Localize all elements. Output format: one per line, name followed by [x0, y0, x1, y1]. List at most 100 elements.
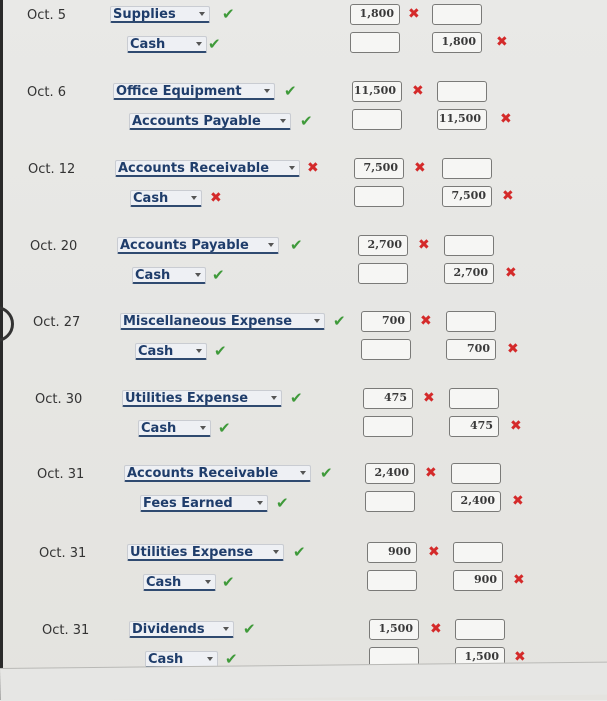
debit-account-select[interactable]: Accounts Receivable [124, 465, 311, 482]
debit-amount-input-empty[interactable] [358, 263, 408, 284]
credit-amount-input[interactable]: 2,400 [451, 491, 501, 512]
debit-amount-input[interactable]: 11,500 [352, 81, 402, 102]
checkmark-icon: ✔ [300, 112, 313, 130]
checkmark-icon: ✔ [222, 573, 235, 591]
x-mark-icon: ✖ [412, 83, 424, 99]
credit-account-label: Cash [141, 421, 177, 436]
debit-account-select[interactable]: Accounts Payable [117, 237, 279, 254]
chevron-down-icon[interactable] [200, 426, 206, 430]
debit-amount-input-empty[interactable] [354, 186, 404, 207]
debit-amount-input[interactable]: 2,700 [358, 235, 408, 256]
chevron-down-icon[interactable] [273, 550, 279, 554]
entry-date: Oct. 31 [39, 546, 87, 561]
credit-account-select[interactable]: Cash [138, 420, 211, 437]
debit-amount-input[interactable]: 7,500 [354, 158, 404, 179]
debit-account-select[interactable]: Miscellaneous Expense [120, 313, 325, 330]
credit-amount-input-empty[interactable] [451, 463, 501, 484]
credit-amount-input-empty[interactable] [455, 619, 505, 640]
x-mark-icon: ✖ [307, 160, 319, 176]
credit-account-label: Cash [133, 191, 169, 206]
checkmark-icon: ✔ [214, 342, 227, 360]
chevron-down-icon[interactable] [300, 471, 306, 475]
checkmark-icon: ✔ [208, 35, 221, 53]
debit-amount-input-empty[interactable] [352, 109, 402, 130]
checkmark-icon: ✔ [276, 494, 289, 512]
chevron-down-icon[interactable] [264, 89, 270, 93]
chevron-down-icon[interactable] [271, 396, 277, 400]
debit-amount-input-empty[interactable] [367, 570, 417, 591]
credit-amount-input[interactable]: 7,500 [442, 186, 492, 207]
debit-account-label: Supplies [113, 7, 176, 22]
credit-account-label: Cash [130, 37, 166, 52]
debit-account-select[interactable]: Dividends [129, 621, 234, 638]
chevron-down-icon[interactable] [191, 196, 197, 200]
checkmark-icon: ✔ [284, 82, 297, 100]
chevron-down-icon[interactable] [199, 12, 205, 16]
chevron-down-icon[interactable] [280, 119, 286, 123]
x-mark-icon: ✖ [510, 418, 522, 434]
checkmark-icon: ✔ [293, 543, 306, 561]
credit-account-select[interactable]: Cash [127, 36, 207, 53]
entry-date: Oct. 27 [33, 315, 81, 330]
credit-account-label: Fees Earned [143, 496, 233, 511]
credit-amount-input-empty[interactable] [432, 4, 482, 25]
debit-amount-input[interactable]: 2,400 [365, 463, 415, 484]
credit-account-select[interactable]: Cash [132, 267, 206, 284]
credit-amount-input-empty[interactable] [442, 158, 492, 179]
credit-account-select[interactable]: Cash [130, 190, 202, 207]
debit-amount-input[interactable]: 700 [361, 311, 411, 332]
chevron-down-icon[interactable] [207, 657, 213, 661]
checkmark-icon: ✔ [218, 419, 231, 437]
chevron-down-icon[interactable] [257, 501, 263, 505]
credit-account-select[interactable]: Cash [135, 343, 207, 360]
credit-amount-input[interactable]: 1,800 [432, 32, 482, 53]
chevron-down-icon[interactable] [196, 349, 202, 353]
credit-account-label: Cash [146, 575, 182, 590]
chevron-down-icon[interactable] [223, 627, 229, 631]
debit-amount-input[interactable]: 900 [367, 542, 417, 563]
checkmark-icon: ✔ [222, 5, 235, 23]
x-mark-icon: ✖ [425, 465, 437, 481]
footer-band [0, 661, 607, 701]
debit-amount-input-empty[interactable] [365, 491, 415, 512]
chevron-down-icon[interactable] [314, 319, 320, 323]
x-mark-icon: ✖ [420, 313, 432, 329]
chevron-down-icon[interactable] [205, 580, 211, 584]
checkmark-icon: ✔ [212, 266, 225, 284]
debit-account-select[interactable]: Utilities Expense [127, 544, 284, 561]
chevron-down-icon[interactable] [268, 243, 274, 247]
debit-amount-input-empty[interactable] [363, 416, 413, 437]
credit-account-select[interactable]: Fees Earned [140, 495, 268, 512]
credit-amount-input[interactable]: 700 [446, 339, 496, 360]
credit-amount-input-empty[interactable] [449, 388, 499, 409]
credit-account-select[interactable]: Accounts Payable [129, 113, 291, 130]
x-mark-icon: ✖ [408, 6, 420, 22]
checkmark-icon: ✔ [243, 620, 256, 638]
debit-amount-input-empty[interactable] [350, 32, 400, 53]
credit-amount-input[interactable]: 11,500 [437, 109, 487, 130]
entry-date: Oct. 30 [35, 392, 83, 407]
debit-account-select[interactable]: Accounts Receivable [115, 160, 300, 177]
chevron-down-icon[interactable] [289, 166, 295, 170]
debit-amount-input[interactable]: 1,800 [350, 4, 400, 25]
credit-account-select[interactable]: Cash [143, 574, 216, 591]
credit-amount-input-empty[interactable] [453, 542, 503, 563]
credit-amount-input-empty[interactable] [446, 311, 496, 332]
credit-amount-input[interactable]: 475 [449, 416, 499, 437]
credit-amount-input[interactable]: 900 [453, 570, 503, 591]
credit-account-label: Cash [135, 268, 171, 283]
debit-amount-input-empty[interactable] [361, 339, 411, 360]
chevron-down-icon[interactable] [195, 273, 201, 277]
credit-amount-input-empty[interactable] [437, 81, 487, 102]
debit-account-select[interactable]: Utilities Expense [122, 390, 282, 407]
credit-amount-input-empty[interactable] [444, 235, 494, 256]
debit-amount-input[interactable]: 1,500 [369, 619, 419, 640]
debit-account-label: Accounts Receivable [118, 161, 270, 176]
debit-amount-input[interactable]: 475 [363, 388, 413, 409]
debit-account-label: Miscellaneous Expense [123, 314, 293, 329]
chevron-down-icon[interactable] [196, 42, 202, 46]
debit-account-select[interactable]: Supplies [110, 6, 210, 23]
x-mark-icon: ✖ [423, 390, 435, 406]
credit-amount-input[interactable]: 2,700 [444, 263, 494, 284]
debit-account-select[interactable]: Office Equipment [113, 83, 275, 100]
